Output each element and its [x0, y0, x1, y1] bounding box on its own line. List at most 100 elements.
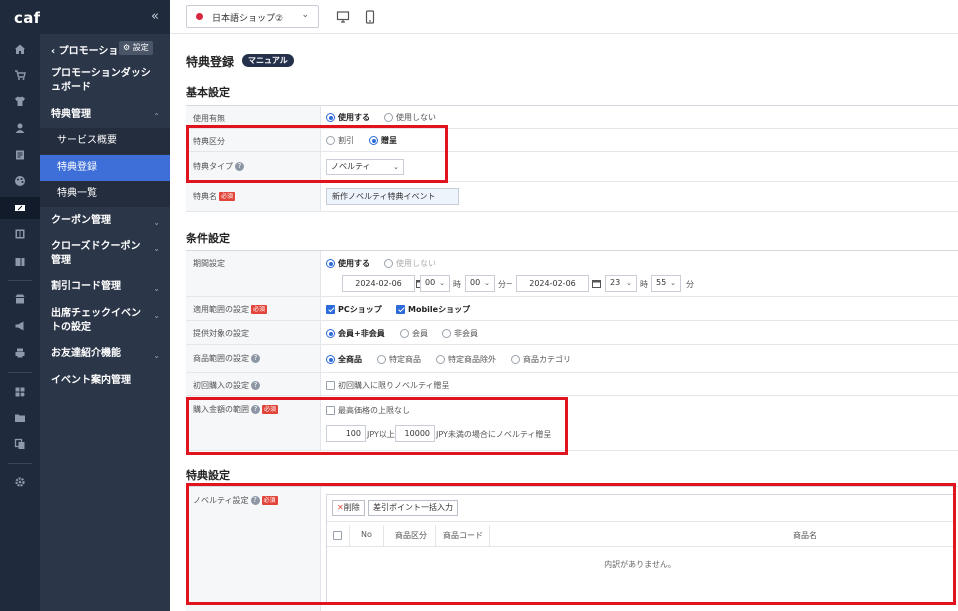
nav-back-link[interactable]: ‹ プロモーション	[51, 42, 128, 57]
col-no: No	[361, 530, 372, 539]
select-all-checkbox[interactable]	[333, 531, 345, 540]
sidebar-subitem-service-overview[interactable]: サービス概要	[40, 128, 170, 154]
calendar-icon[interactable]	[592, 279, 601, 288]
target-nonmember-radio[interactable]: 非会員	[442, 328, 478, 339]
product-exclude-radio[interactable]: 特定商品除外	[436, 354, 496, 365]
row-scope: 適用範囲の設定 必須 PCショップ Mobileショップ	[186, 297, 958, 321]
use-off-radio[interactable]: 使用しない	[384, 112, 436, 123]
rail-divider	[8, 372, 32, 373]
end-min-select[interactable]: 55 ⌄	[651, 275, 681, 292]
page-title: 特典登録	[186, 55, 235, 69]
start-date-input[interactable]: 2024-02-06	[342, 275, 415, 292]
product-category-radio[interactable]: 商品カテゴリ	[511, 354, 571, 365]
use-label: 使用有無	[193, 114, 225, 123]
help-icon[interactable]: ?	[251, 405, 260, 414]
sidebar-item-referral[interactable]: お友達紹介機能 ⌄	[40, 347, 170, 361]
sidebar-item-attendance-event[interactable]: 出席チェックイベントの設定 ⌄	[40, 307, 170, 335]
cart-icon[interactable]	[14, 69, 26, 81]
help-icon[interactable]: ?	[251, 381, 260, 390]
scope-pc-checkbox[interactable]: PCショップ	[326, 304, 382, 315]
amount-nolimit-checkbox[interactable]: 最高価格の上限なし	[326, 405, 410, 416]
scope-mobile-checkbox[interactable]: Mobileショップ	[396, 304, 470, 315]
name-input[interactable]: 新作ノベルティ特典イベント	[326, 188, 459, 205]
sidebar-item-event-guide[interactable]: イベント案内管理	[40, 374, 170, 388]
sidebar-subitem-benefit-list[interactable]: 特典一覧	[40, 181, 170, 207]
row-type: 特典タイプ? ノベルティ ⌄	[186, 152, 958, 182]
printer-icon[interactable]	[14, 347, 26, 359]
sidebar-item-closed-coupon[interactable]: クローズドクーポン管理 ⌄	[40, 240, 170, 268]
target-member-radio[interactable]: 会員	[400, 328, 428, 339]
user-icon[interactable]	[14, 122, 26, 134]
rail-divider	[8, 280, 32, 281]
row-name: 特典名 必須 新作ノベルティ特典イベント	[186, 182, 958, 212]
first-purchase-checkbox[interactable]: 初回購入に限りノベルティ贈呈	[326, 380, 450, 391]
grid-header: No 商品区分 商品コード 商品名	[327, 525, 953, 547]
delete-button[interactable]: ✕削除	[332, 500, 365, 516]
chevron-down-icon: ⌄	[626, 279, 632, 287]
sidebar-item-coupon-management[interactable]: クーポン管理 ⌄	[40, 214, 170, 228]
manual-button[interactable]: マニュアル	[242, 54, 294, 67]
row-target: 提供対象の設定 会員+非会員 会員 非会員	[186, 321, 958, 345]
shirt-icon[interactable]	[14, 95, 26, 107]
nav-settings-button[interactable]: ⚙ 設定	[119, 41, 153, 55]
basic-settings-table: 使用有無 使用する 使用しない 特典区分 割引 贈呈 特典タイプ? ノベルティ ⌄…	[186, 105, 958, 212]
start-min-select[interactable]: 00 ⌄	[465, 275, 495, 292]
chevron-down-icon: ⌄	[153, 311, 160, 320]
kind-discount-radio[interactable]: 割引	[326, 135, 354, 146]
start-hour-select[interactable]: 00 ⌄	[420, 275, 450, 292]
amount-min-input[interactable]: 100	[326, 425, 366, 442]
product-all-radio[interactable]: 全商品	[326, 354, 362, 365]
required-badge: 必須	[251, 305, 268, 314]
row-novelty: ノベルティ設定? 必須 ✕削除 差引ポイント一括入力 No 商品区分 商品コード …	[186, 487, 958, 611]
bulk-point-button[interactable]: 差引ポイント一括入力	[368, 500, 458, 516]
product-specific-radio[interactable]: 特定商品	[377, 354, 421, 365]
sidebar-item-promotion-dashboard[interactable]: プロモーションダッシュボード	[40, 67, 170, 95]
help-icon[interactable]: ?	[235, 162, 244, 171]
chevron-left-icon: ‹	[51, 46, 59, 57]
row-use: 使用有無 使用する 使用しない	[186, 106, 958, 129]
board-icon[interactable]	[14, 149, 26, 161]
apps-grid-icon[interactable]	[14, 386, 26, 398]
end-date-input[interactable]: 2024-02-06	[516, 275, 589, 292]
mobile-preview-icon[interactable]	[363, 10, 377, 24]
sidebar-nav: ‹ プロモーション ⚙ 設定 プロモーションダッシュボード 特典管理 ⌃ サービス…	[40, 34, 170, 611]
sidebar-item-benefit-management[interactable]: 特典管理 ⌃	[40, 108, 170, 122]
settings-icon[interactable]	[14, 476, 26, 488]
kind-gift-radio[interactable]: 贈呈	[369, 135, 397, 146]
benefit-settings-table: ノベルティ設定? 必須 ✕削除 差引ポイント一括入力 No 商品区分 商品コード …	[186, 486, 958, 611]
hour-unit: 時	[453, 280, 461, 289]
shop-selector[interactable]: 日本語ショップ② ⌄	[186, 5, 319, 28]
home-icon[interactable]	[14, 43, 26, 55]
row-first-purchase: 初回購入の設定? 初回購入に限りノベルティ贈呈	[186, 373, 958, 396]
collapse-sidebar-button[interactable]: «	[151, 9, 159, 24]
chevron-down-icon: ⌄	[484, 279, 490, 287]
app-icon[interactable]	[14, 256, 26, 268]
folder-icon[interactable]	[14, 412, 26, 424]
coupon-icon[interactable]	[0, 197, 40, 219]
grid-toolbar: ✕削除 差引ポイント一括入力	[327, 495, 953, 522]
section-title-benefit: 特典設定	[186, 469, 230, 482]
type-select[interactable]: ノベルティ ⌄	[326, 159, 404, 175]
section-title-condition: 条件設定	[186, 232, 230, 245]
palette-icon[interactable]	[14, 175, 26, 187]
megaphone-icon[interactable]	[14, 320, 26, 332]
sidebar-item-discount-code[interactable]: 割引コード管理 ⌄	[40, 280, 170, 294]
end-hour-select[interactable]: 23 ⌄	[605, 275, 637, 292]
desktop-preview-icon[interactable]	[336, 10, 350, 24]
period-off-radio[interactable]: 使用しない	[384, 258, 436, 269]
help-icon[interactable]: ?	[251, 354, 260, 363]
amount-max-input[interactable]: 10000	[395, 425, 435, 442]
help-icon[interactable]: ?	[250, 496, 260, 505]
row-amount: 購入金額の範囲? 必須 最高価格の上限なし 100 JPY以上 10000 JPY…	[186, 396, 958, 451]
min-unit: 分	[498, 280, 506, 289]
target-all-radio[interactable]: 会員+非会員	[326, 328, 385, 339]
use-on-radio[interactable]: 使用する	[326, 112, 370, 123]
store-icon[interactable]	[14, 293, 26, 305]
range-tilde: ~	[506, 279, 513, 288]
sidebar-subitem-benefit-register[interactable]: 特典登録	[40, 155, 170, 181]
stats-icon[interactable]	[14, 228, 26, 240]
period-on-radio[interactable]: 使用する	[326, 258, 370, 269]
copy-icon[interactable]	[14, 438, 26, 450]
target-label: 提供対象の設定	[193, 329, 249, 338]
kind-label: 特典区分	[193, 137, 225, 146]
